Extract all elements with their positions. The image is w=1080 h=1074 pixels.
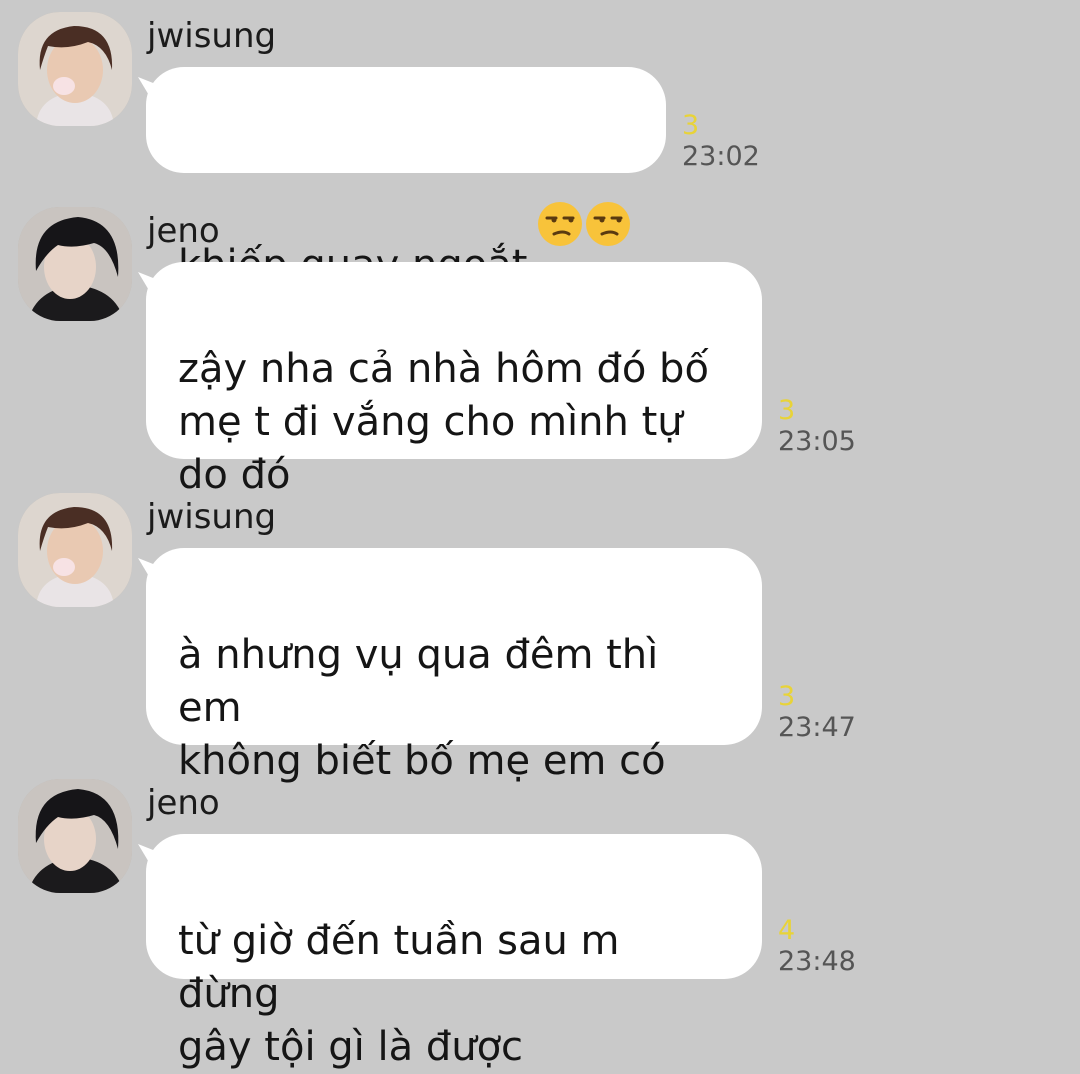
unread-count: 3 bbox=[778, 395, 796, 426]
sender-name: jeno bbox=[147, 211, 220, 251]
avatar-photo-jeno bbox=[18, 779, 132, 893]
message-bubble[interactable]: từ giờ đến tuần sau m đừng gây tội gì là… bbox=[146, 834, 762, 1070]
unread-count: 3 bbox=[682, 110, 700, 141]
avatar[interactable] bbox=[18, 207, 132, 321]
message-bubble[interactable]: khiếp quay ngoắt bbox=[146, 67, 666, 288]
avatar-photo-jwisung bbox=[18, 12, 132, 126]
timestamp: 23:48 bbox=[778, 946, 856, 977]
timestamp: 23:05 bbox=[778, 426, 856, 457]
sender-name: jwisung bbox=[147, 497, 277, 537]
avatar[interactable] bbox=[18, 779, 132, 893]
message-meta: 3 23:02 bbox=[682, 110, 760, 172]
avatar-photo-jeno bbox=[18, 207, 132, 321]
timestamp: 23:47 bbox=[778, 712, 856, 743]
sender-name: jeno bbox=[147, 783, 220, 823]
message-meta: 3 23:05 bbox=[778, 395, 856, 457]
avatar[interactable] bbox=[18, 493, 132, 607]
message-meta: 3 23:47 bbox=[778, 681, 856, 743]
unread-count: 3 bbox=[778, 681, 796, 712]
avatar[interactable] bbox=[18, 12, 132, 126]
message-bubble[interactable]: zậy nha cả nhà hôm đó bố mẹ t đi vắng ch… bbox=[146, 262, 762, 498]
message-text: zậy nha cả nhà hôm đó bố mẹ t đi vắng ch… bbox=[178, 346, 709, 498]
sender-name: jwisung bbox=[147, 16, 277, 56]
unread-count: 4 bbox=[778, 915, 796, 946]
message-text: từ giờ đến tuần sau m đừng gây tội gì là… bbox=[178, 918, 620, 1070]
avatar-photo-jwisung bbox=[18, 493, 132, 607]
message-bubble[interactable]: à nhưng vụ qua đêm thì em không biết bố … bbox=[146, 548, 762, 930]
timestamp: 23:02 bbox=[682, 141, 760, 172]
message-meta: 4 23:48 bbox=[778, 915, 856, 977]
